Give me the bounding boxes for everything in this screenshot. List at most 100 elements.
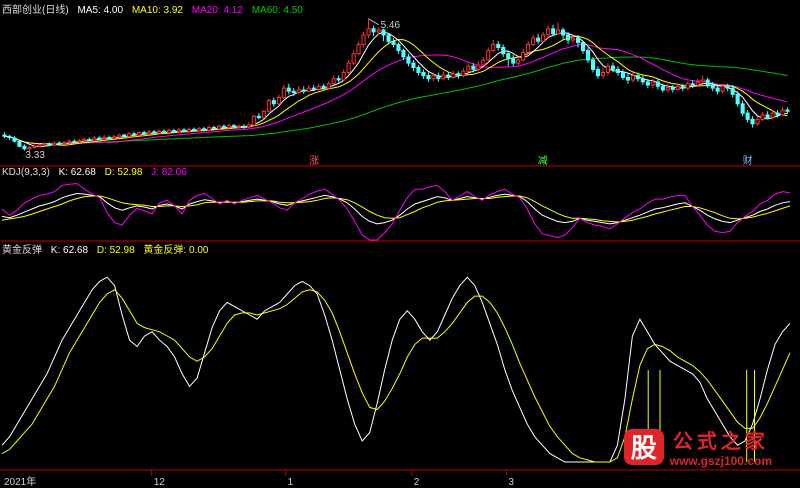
candle-body [600,72,606,77]
ma10-value: MA10: 3.92 [131,5,183,16]
candle-body [710,84,715,89]
candle-body [685,83,690,89]
candle-body [177,129,182,133]
candle-body [695,81,700,86]
candle-body [650,81,655,86]
candle-body [182,129,187,132]
candle-body [725,85,730,89]
candle-body [501,47,506,55]
candle-body [291,90,296,94]
candle-body [7,135,12,139]
candle-body [526,43,531,54]
candle-body [271,100,276,105]
candle-body [770,112,775,118]
candle-body [451,73,456,78]
candle-body [12,137,17,142]
candle-body [2,134,7,137]
ma5-line [4,31,788,148]
candle-body [266,100,271,112]
candle-body [351,53,356,64]
candle-body [411,62,416,68]
watermark-logo: 股 [623,428,664,465]
candle-body [341,72,346,81]
candle-body [635,75,640,80]
candle-body [187,128,192,132]
candle-body [371,28,376,33]
candle-body [735,93,740,105]
gold-name: 黄金反弹 [2,245,42,256]
candle-body [436,75,441,80]
candle-body [251,115,256,126]
candle-body [246,124,251,128]
candle-body [690,83,695,86]
candle-body [660,85,665,91]
candle-body [112,136,117,139]
candle-body [37,144,42,147]
candle-body [281,87,286,98]
high-label: 5.46 [381,20,401,31]
kdj-header: KDJ(9,3,3) K: 62.68 D: 52.98 J: 82.06 [2,167,193,178]
candle-body [705,79,710,86]
candle-body [356,43,361,55]
candle-body [586,50,591,61]
event-marker-zhang: 涨 [309,155,319,167]
candle-body [760,114,765,120]
candle-body [446,74,451,78]
candle-body [630,75,636,81]
candle-body [476,64,481,70]
candle-body [541,34,546,42]
candle-body [386,34,391,42]
candle-body [620,72,626,78]
candle-body [326,83,331,89]
candle-body [461,70,466,77]
ma60-line [4,56,788,145]
ma10-line [4,35,788,146]
candle-body [655,81,660,87]
candle-body [22,145,27,150]
candle-body [147,131,152,135]
candle-body [401,50,406,58]
candle-body [615,68,621,74]
candle-body [192,128,197,132]
candle-body [361,34,366,45]
candle-body [57,142,62,145]
ma20-value: MA20: 4.12 [191,5,243,16]
candle-body [346,62,351,73]
gold-header: 黄金反弹 K: 62.68 D: 52.98 黄金反弹: 0.00 [2,241,214,256]
candle-body [396,43,401,52]
candle-body [67,140,72,144]
ma60-value: MA60: 4.50 [251,5,303,16]
candle-body [715,87,720,92]
candle-body [426,75,431,80]
candle-body [571,37,576,41]
candle-body [162,130,167,134]
candle-body [765,114,770,118]
candle-body [755,118,760,125]
ma20-line [4,43,788,145]
candle-body [167,130,172,134]
candle-body [216,125,221,130]
watermark-title: 公式之家 [672,429,769,453]
candle-body [72,140,77,143]
candle-body [740,103,745,114]
ma5-value: MA5: 4.00 [77,5,124,16]
candle-body [566,34,571,41]
candle-body [496,43,501,49]
candle-body [102,137,107,140]
candle-body [556,29,561,35]
candle-body [610,65,616,70]
main-header: 西部创业(日线) MA5: 4.00 MA10: 3.92 MA20: 4.12… [2,1,309,16]
candle-body [745,112,750,120]
candle-body [516,59,521,64]
candle-body [17,140,22,147]
candle-body [117,134,122,138]
gold-k-value: K: 62.68 [50,245,89,256]
candle-body [236,125,241,128]
candle-body [127,133,132,137]
candle-body [416,67,421,73]
candle-body [581,42,586,52]
candle-body [576,37,581,43]
candle-body [591,59,596,70]
candle-body [595,68,601,77]
candle-body [481,59,486,66]
